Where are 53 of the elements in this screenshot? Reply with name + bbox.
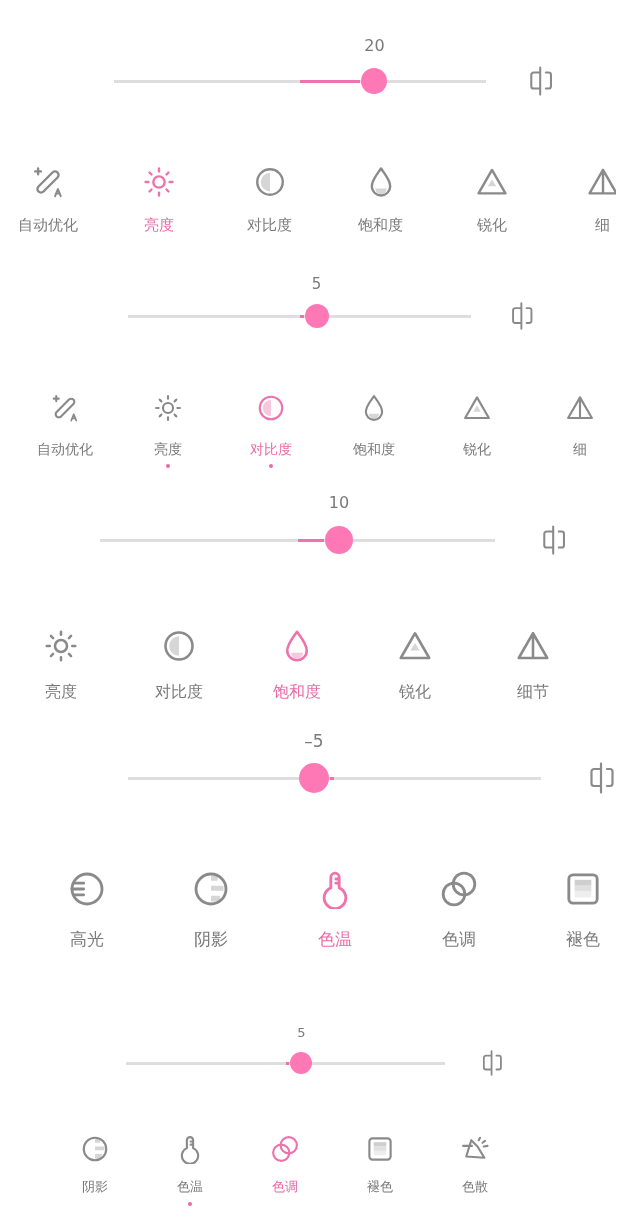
slider-fill (300, 79, 361, 83)
tool-label[interactable]: 亮度 (45, 682, 77, 703)
slider-value: 5 (297, 1025, 306, 1041)
brightness-icon[interactable] (43, 628, 79, 664)
compare-icon[interactable] (541, 525, 568, 555)
tool-label[interactable]: 高光 (70, 928, 104, 951)
slider-fill (297, 538, 324, 542)
tool-label[interactable]: 色调 (442, 928, 476, 951)
tool-label[interactable]: 色温 (318, 928, 352, 951)
slider-fill (299, 314, 304, 318)
tool-label[interactable]: 褪色 (366, 1179, 393, 1196)
tool-label[interactable]: 自动优化 (36, 440, 93, 459)
slider-thumb[interactable] (361, 68, 388, 94)
tone-icon[interactable] (269, 1134, 300, 1164)
slider-thumb[interactable] (290, 1052, 313, 1074)
tool-label[interactable]: 细 (595, 216, 610, 236)
tool-label[interactable]: 饱和度 (273, 682, 321, 703)
tone-icon[interactable] (439, 869, 479, 909)
tool-label[interactable]: 阴影 (194, 928, 228, 951)
tool-label[interactable]: 锐化 (462, 440, 491, 459)
compare-icon[interactable] (510, 302, 535, 330)
slider-fill (285, 1061, 290, 1065)
tool-label[interactable]: 对比度 (247, 216, 292, 236)
tool-label[interactable]: 色散 (461, 1179, 488, 1196)
tool-label[interactable]: 细节 (517, 682, 549, 703)
tool-label[interactable]: 饱和度 (352, 440, 395, 459)
tool-label[interactable]: 对比度 (249, 440, 292, 459)
contrast-icon[interactable] (161, 628, 197, 664)
slider-thumb[interactable] (304, 304, 329, 328)
slider-value: –5 (304, 730, 324, 752)
tool-label[interactable]: 亮度 (143, 216, 174, 236)
compare-icon[interactable] (588, 762, 616, 794)
slider-fill (329, 776, 335, 780)
slider-value: 5 (311, 275, 322, 293)
tool-label[interactable]: 锐化 (399, 682, 431, 703)
slider-thumb[interactable] (298, 763, 329, 793)
compare-icon[interactable] (528, 66, 555, 96)
tool-label[interactable]: 自动优化 (17, 216, 78, 236)
brightness-icon[interactable] (141, 165, 176, 199)
tool-label[interactable]: 对比度 (155, 682, 203, 703)
brightness-icon[interactable] (152, 393, 183, 423)
compare-icon[interactable] (481, 1050, 504, 1076)
tool-label[interactable]: 褪色 (566, 928, 600, 951)
tool-label[interactable]: 阴影 (81, 1179, 108, 1196)
tool-label[interactable]: 饱和度 (358, 216, 403, 236)
tool-label[interactable]: 色温 (176, 1179, 203, 1196)
tool-label[interactable]: 细 (572, 440, 587, 459)
tool-label[interactable]: 亮度 (153, 440, 182, 459)
tool-label[interactable]: 锐化 (476, 216, 507, 236)
tool-label[interactable]: 色调 (271, 1179, 298, 1196)
slider-value: 10 (328, 493, 350, 513)
slider-thumb[interactable] (324, 526, 353, 554)
slider-value: 20 (364, 36, 385, 56)
